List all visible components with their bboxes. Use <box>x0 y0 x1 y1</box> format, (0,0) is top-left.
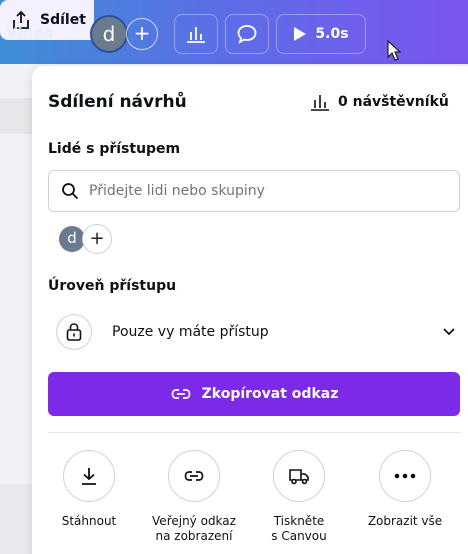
search-icon <box>62 183 79 200</box>
comment-icon <box>237 25 257 44</box>
add-member-button[interactable]: + <box>82 224 112 254</box>
see-all-button[interactable] <box>379 450 431 502</box>
video-label: Video <box>6 24 54 42</box>
public-view-link-label: Veřejný odkaz na zobrazení <box>152 514 236 543</box>
analytics-button[interactable] <box>174 14 218 54</box>
download-action[interactable]: Stáhnout <box>39 450 139 529</box>
mouse-cursor-icon <box>387 40 402 61</box>
panel-title: Sdílení návrhů <box>48 92 187 112</box>
people-with-access-heading: Lidé s přístupem <box>48 141 181 157</box>
access-level-value: Pouze vy máte přístup <box>112 324 269 340</box>
truck-icon <box>289 469 309 485</box>
lock-icon <box>66 323 82 341</box>
print-with-canva-label: Tiskněte s Canvou <box>271 514 327 543</box>
canvas-background <box>0 98 32 134</box>
copy-link-label: Zkopírovat odkaz <box>201 386 339 402</box>
public-view-link-action[interactable]: Veřejný odkaz na zobrazení <box>144 450 244 544</box>
visitors-counter[interactable]: 0 návštěvníků <box>310 93 449 111</box>
access-level-heading: Úroveň přístupu <box>48 278 177 294</box>
play-duration: 5.0s <box>315 26 349 42</box>
analytics-icon <box>311 95 329 111</box>
more-icon <box>394 473 416 479</box>
download-icon <box>82 468 96 485</box>
link-icon <box>184 471 204 481</box>
add-people-search-input[interactable]: Přidejte lidi nebo skupiny <box>48 170 460 212</box>
share-panel: Sdílení návrhů 0 návštěvníků Lidé s přís… <box>32 66 468 554</box>
chevron-down-icon <box>443 328 455 336</box>
see-all-label: Zobrazit vše <box>367 514 443 528</box>
invite-button[interactable]: + <box>126 18 158 50</box>
comment-button[interactable] <box>225 14 269 54</box>
present-button[interactable]: 5.0s <box>276 14 366 54</box>
access-level-dropdown[interactable]: Pouze vy máte přístup <box>48 310 460 354</box>
analytics-icon <box>187 27 205 43</box>
user-avatar[interactable]: d <box>90 15 128 53</box>
copy-link-button[interactable]: Zkopírovat odkaz <box>48 372 460 416</box>
lock-icon-wrapper <box>56 314 92 350</box>
public-view-link-button[interactable] <box>168 450 220 502</box>
link-icon <box>171 389 190 399</box>
print-with-canva-action[interactable]: Tiskněte s Canvou <box>249 450 349 544</box>
visitors-label: 0 návštěvníků <box>338 94 449 110</box>
print-with-canva-button[interactable] <box>273 450 325 502</box>
download-button[interactable] <box>63 450 115 502</box>
divider <box>48 432 460 433</box>
play-icon <box>294 27 307 41</box>
canvas-background <box>0 484 32 554</box>
search-placeholder: Přidejte lidi nebo skupiny <box>89 183 265 199</box>
see-all-action[interactable]: Zobrazit vše <box>355 450 455 529</box>
download-label: Stáhnout <box>61 514 117 528</box>
